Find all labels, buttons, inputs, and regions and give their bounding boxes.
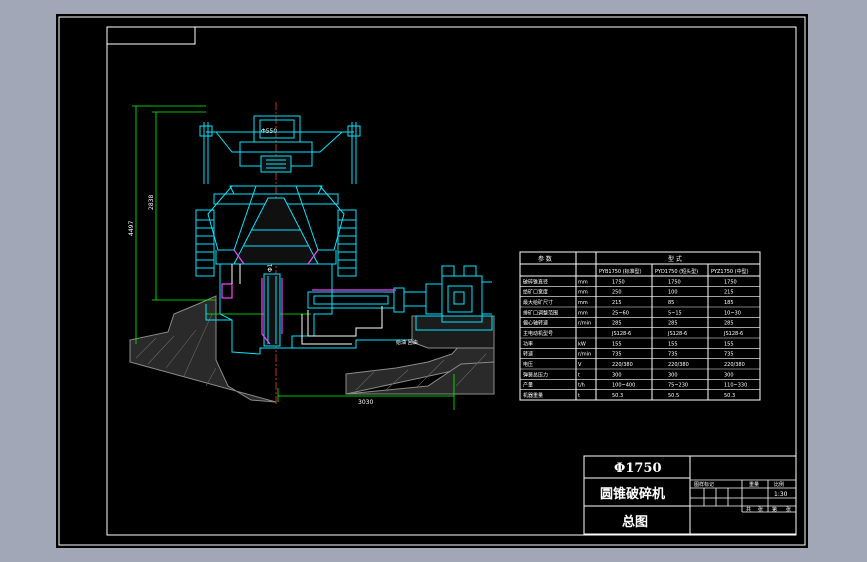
- row-label: 主电动机型号: [523, 330, 553, 337]
- sheet-no-b: 张: [786, 506, 791, 513]
- row-value: 155: [724, 341, 734, 347]
- foundation: [129, 295, 495, 403]
- row-unit: t: [578, 393, 580, 399]
- row-value: 1750: [724, 279, 737, 285]
- row-value: 285: [724, 321, 734, 327]
- table-type-header: 型 式: [668, 255, 682, 263]
- row-value: 215: [612, 300, 622, 306]
- row-value: JS128-6: [611, 331, 631, 337]
- row-value: 300: [668, 372, 678, 378]
- row-label: 破碎锥直径: [523, 278, 548, 285]
- scale-value: 1:30: [774, 491, 788, 498]
- sheet-total-b: 张: [758, 506, 763, 513]
- row-label: 机器重量: [523, 392, 543, 399]
- row-value: 215: [724, 290, 734, 296]
- row-value: 185: [724, 300, 734, 306]
- sheet-total-a: 共: [746, 506, 751, 513]
- row-value: 220/380: [724, 362, 745, 368]
- model-label: Φ1750: [614, 461, 662, 476]
- row-value: 100~400: [612, 383, 635, 389]
- cad-viewer: 4497 2838 3030 Φ550 Φ1750: [0, 0, 867, 562]
- row-value: JS128-6: [667, 331, 687, 337]
- dim-column-height: 2838: [148, 195, 155, 210]
- row-value: 1750: [612, 279, 625, 285]
- row-value: 285: [612, 321, 622, 327]
- row-value: 155: [612, 341, 622, 347]
- row-value: 220/380: [612, 362, 633, 368]
- row-unit: kW: [578, 341, 586, 347]
- row-label: 转速: [523, 351, 533, 358]
- code-box: [106, 26, 196, 45]
- crusher-body: [195, 115, 412, 355]
- header-scale: 比例: [774, 481, 784, 488]
- row-value: 250: [612, 290, 622, 296]
- row-value: 300: [612, 372, 622, 378]
- row-value: 25~60: [612, 310, 629, 316]
- row-label: 偏心轴转速: [523, 320, 548, 327]
- row-value: 300: [724, 372, 734, 378]
- row-label: 最大给矿尺寸: [523, 299, 553, 306]
- spec-table[interactable]: 参 数 型 式 PYB1750 (标准型) PYD1750 (短头型) PYZ175…: [519, 251, 761, 401]
- row-value: 110~330: [724, 383, 747, 389]
- row-unit: t/h: [578, 383, 585, 389]
- row-unit: mm: [578, 290, 588, 296]
- model-header: PYB1750 (标准型): [599, 268, 642, 275]
- row-label: 给矿口宽度: [523, 289, 548, 296]
- row-value: 50.5: [668, 393, 679, 399]
- row-label: 排矿口调整范围: [523, 309, 558, 316]
- table-param-header: 参 数: [538, 255, 552, 263]
- row-unit: mm: [578, 310, 588, 316]
- product-name: 圆锥破碎机: [600, 486, 665, 502]
- row-value: 50.3: [612, 393, 623, 399]
- dim-overall-height: 4497: [128, 221, 135, 236]
- row-unit: r/min: [578, 352, 591, 358]
- assembly-drawing: 4497 2838 3030 Φ550 Φ1750: [58, 16, 806, 546]
- header-mark: 图样标记: [694, 481, 714, 488]
- row-label: 功率: [523, 340, 533, 347]
- row-unit: V: [578, 362, 582, 368]
- row-value: 735: [724, 352, 734, 358]
- row-value: JS128-6: [723, 331, 743, 337]
- model-header: PYD1750 (短头型): [655, 268, 698, 275]
- sheet-title: 总图: [622, 514, 648, 530]
- header-weight: 重量: [749, 481, 759, 488]
- title-block[interactable]: Φ1750 圆锥破碎机 总图 图样标记 重量 比例 1:30 共 张 第 张: [583, 455, 797, 535]
- drawing-sheet[interactable]: 4497 2838 3030 Φ550 Φ1750: [56, 14, 808, 548]
- oil-note: 给油 回油: [396, 339, 418, 346]
- row-value: 1750: [668, 279, 681, 285]
- row-unit: t: [578, 372, 580, 378]
- row-value: 5~15: [668, 310, 682, 316]
- row-unit: mm: [578, 300, 588, 306]
- dim-width: 3030: [358, 399, 373, 406]
- row-value: 735: [668, 352, 678, 358]
- row-value: 155: [668, 341, 678, 347]
- row-value: 85: [668, 300, 674, 306]
- row-label: 弹簧总压力: [523, 371, 548, 378]
- row-value: 10~30: [724, 310, 741, 316]
- row-value: 50.3: [724, 393, 735, 399]
- row-value: 285: [668, 321, 678, 327]
- sheet-no-a: 第: [772, 506, 777, 513]
- row-value: 75~230: [668, 383, 688, 389]
- row-unit: mm: [578, 279, 588, 285]
- row-label: 产量: [523, 382, 533, 389]
- row-unit: r/min: [578, 321, 591, 327]
- row-value: 220/380: [668, 362, 689, 368]
- outer-frame: [58, 16, 806, 546]
- model-header: PYZ1750 (中型): [711, 268, 749, 275]
- inner-frame: [106, 26, 797, 536]
- row-value: 735: [612, 352, 622, 358]
- row-value: 100: [668, 290, 678, 296]
- row-label: 电压: [523, 361, 533, 368]
